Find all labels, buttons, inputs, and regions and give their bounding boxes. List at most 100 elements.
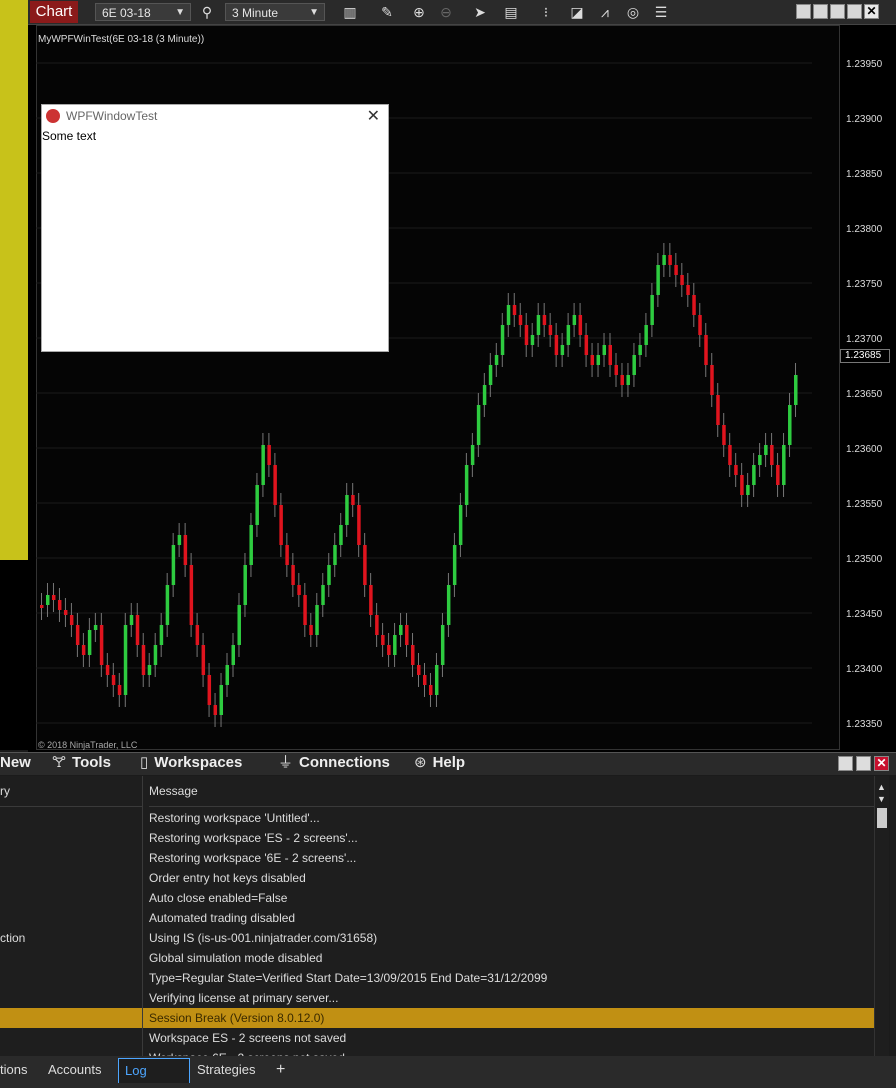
log-message: Restoring workspace 'Untitled'... — [149, 811, 320, 825]
candle-body — [297, 585, 301, 595]
log-row[interactable]: Restoring workspace '6E - 2 screens'... — [0, 848, 874, 868]
indicators-icon[interactable]: ⩘ — [596, 3, 614, 21]
close-button[interactable]: ✕ — [874, 756, 889, 771]
price-axis-label: 1.23350 — [846, 719, 883, 730]
candle-body — [141, 645, 146, 675]
close-button[interactable]: ✕ — [864, 4, 879, 19]
candle-body — [776, 465, 780, 485]
properties-icon[interactable]: ⁝ — [537, 3, 555, 21]
zoom-out-icon[interactable]: ⊖ — [437, 3, 455, 21]
close-icon[interactable]: ✕ — [367, 106, 380, 126]
maximize-button[interactable] — [847, 4, 862, 19]
candle-body — [494, 355, 499, 365]
scrollbar-thumb[interactable] — [877, 808, 887, 828]
candle-body — [584, 335, 589, 355]
candle-body — [165, 585, 170, 625]
menu-help[interactable]: ⊛ Help — [414, 753, 465, 775]
templates-icon[interactable]: ◪ — [568, 3, 586, 21]
price-axis-label: 1.23750 — [846, 279, 883, 290]
candle-body — [458, 505, 463, 545]
maximize-button[interactable] — [856, 756, 871, 771]
candle-body — [381, 635, 385, 645]
log-row[interactable]: Restoring workspace 'Untitled'... — [0, 808, 874, 828]
candle-body — [518, 315, 523, 325]
candle-body — [339, 525, 343, 545]
interval-selector[interactable]: 3 Minute ▼ — [225, 3, 325, 21]
tile-alt-icon[interactable] — [813, 4, 828, 19]
candle-body — [728, 445, 732, 465]
candle-body — [626, 375, 630, 385]
popup-title: WPFWindowTest — [66, 109, 158, 123]
candle-body — [153, 645, 158, 665]
add-tab-button[interactable]: + — [270, 1058, 291, 1082]
log-row[interactable]: Type=Regular State=Verified Start Date=1… — [0, 968, 874, 988]
log-row[interactable]: Session Break (Version 8.0.12.0) — [0, 1008, 874, 1028]
candle-body — [596, 355, 601, 365]
candle-body — [303, 595, 307, 625]
drawing-tool-icon[interactable]: ✎ — [378, 3, 396, 21]
log-row[interactable]: Verifying license at primary server... — [0, 988, 874, 1008]
candle-body — [620, 375, 624, 385]
search-icon[interactable]: ⚲ — [198, 3, 216, 21]
log-row[interactable]: Workspace ES - 2 screens not saved — [0, 1028, 874, 1048]
tile-icon[interactable] — [796, 4, 811, 19]
current-price-marker: 1.23685 — [840, 349, 890, 363]
candle-body — [500, 325, 505, 355]
log-row[interactable]: ction Using IS (is-us-001.ninjatrader.com… — [0, 928, 874, 948]
log-row[interactable]: Global simulation mode disabled — [0, 948, 874, 968]
tab-connections[interactable]: tions — [0, 1058, 33, 1082]
log-row[interactable]: Automated trading disabled — [0, 908, 874, 928]
candle-body — [363, 545, 367, 585]
menu-workspaces[interactable]: ▯ Workspaces — [140, 753, 242, 775]
menu-connections[interactable]: ⏚ Connections — [278, 753, 390, 775]
log-row[interactable]: Order entry hot keys disabled — [0, 868, 874, 888]
candle-body — [644, 325, 648, 345]
candle-body — [357, 505, 361, 545]
pointer-icon[interactable]: ➤ — [471, 3, 489, 21]
candle-body — [231, 645, 235, 665]
instrument-value: 6E 03-18 — [102, 6, 151, 20]
menu-tools[interactable]: 🝖 Tools — [52, 753, 111, 775]
data-box-icon[interactable]: ▤ — [502, 3, 520, 21]
price-axis-label: 1.23600 — [846, 444, 883, 455]
candle-body — [590, 355, 595, 365]
zoom-in-icon[interactable]: ⊕ — [410, 3, 428, 21]
tab-accounts[interactable]: Accounts — [42, 1058, 107, 1082]
instrument-selector[interactable]: 6E 03-18 ▼ — [95, 3, 191, 21]
tab-strategies[interactable]: Strategies — [191, 1058, 262, 1082]
candle-body — [656, 265, 660, 295]
minimize-button[interactable] — [838, 756, 853, 771]
candle-body — [434, 665, 439, 695]
candle-body — [668, 255, 672, 265]
candle-body — [51, 595, 56, 600]
column-separator — [142, 776, 143, 1056]
bar-type-icon[interactable]: ▥ — [341, 3, 359, 21]
candle-body — [399, 625, 403, 635]
candle-body — [506, 305, 511, 325]
tab-log[interactable]: Log — [118, 1058, 190, 1083]
menu-new[interactable]: New — [0, 753, 31, 775]
scroll-up-icon[interactable]: ▲ — [877, 782, 886, 792]
strategies-icon[interactable]: ◎ — [624, 3, 642, 21]
log-message: Using IS (is-us-001.ninjatrader.com/3165… — [149, 931, 378, 945]
log-row[interactable]: Workspace 6E - 2 screens not saved — [0, 1048, 874, 1056]
chart-tab[interactable]: Chart — [30, 1, 78, 23]
candle-body — [69, 615, 74, 625]
chevron-down-icon: ▼ — [175, 7, 185, 18]
message-column-header[interactable]: Message — [149, 776, 874, 807]
candle-body — [183, 535, 188, 565]
scroll-down-icon[interactable]: ▼ — [877, 794, 886, 804]
price-axis[interactable] — [840, 25, 896, 750]
list-icon[interactable]: ☰ — [652, 3, 670, 21]
log-row[interactable]: Auto close enabled=False — [0, 888, 874, 908]
price-axis-label: 1.23700 — [846, 334, 883, 345]
candle-body — [746, 485, 750, 495]
tools-icon: 🝖 — [52, 754, 67, 771]
candle-body — [111, 675, 116, 685]
wpf-popup-window[interactable]: WPFWindowTest ✕ Some text — [41, 104, 389, 352]
log-row[interactable]: Restoring workspace 'ES - 2 screens'... — [0, 828, 874, 848]
candle-body — [638, 345, 642, 355]
log-scrollbar[interactable]: ▲ ▼ — [874, 776, 889, 1056]
minimize-button[interactable] — [830, 4, 845, 19]
category-column-header[interactable]: ry — [0, 776, 142, 807]
